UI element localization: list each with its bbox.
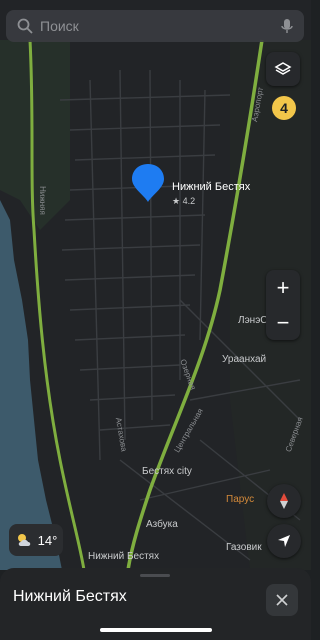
- weather-widget[interactable]: 14°: [9, 524, 63, 556]
- traffic-level-badge[interactable]: 4: [272, 96, 296, 120]
- sheet-title: Нижний Бестях: [13, 588, 127, 605]
- zoom-control: + −: [266, 270, 300, 340]
- partly-cloudy-icon: [17, 534, 30, 546]
- map-canvas[interactable]: [0, 0, 311, 570]
- microphone-icon[interactable]: [278, 17, 296, 35]
- poi-nizhny-bestyakh-stop[interactable]: Нижний Бестях: [88, 551, 159, 562]
- layers-icon: [274, 62, 292, 75]
- sheet-grabber[interactable]: [140, 574, 170, 577]
- close-button[interactable]: [266, 584, 298, 616]
- poi-urankhai[interactable]: Ураанхай: [222, 354, 266, 365]
- poi-parus[interactable]: Парус: [226, 494, 254, 505]
- street-nizhnyaya: Нижняя: [37, 186, 47, 215]
- zoom-out-button[interactable]: −: [266, 305, 300, 340]
- my-location-button[interactable]: [267, 524, 301, 558]
- weather-temperature: 14°: [37, 532, 58, 548]
- compass-button[interactable]: [267, 484, 301, 518]
- place-rating: ★ 4.2: [172, 196, 196, 206]
- compass-icon: [280, 493, 288, 509]
- search-icon: [17, 18, 33, 34]
- search-input[interactable]: Поиск: [40, 18, 278, 34]
- poi-azbuka[interactable]: Азбука: [146, 519, 178, 530]
- search-bar[interactable]: Поиск: [6, 10, 304, 42]
- navigation-arrow-icon: [278, 535, 290, 547]
- place-card-sheet[interactable]: Нижний Бестях: [0, 568, 311, 640]
- poi-bestyakh-city[interactable]: Бестях city: [142, 466, 192, 477]
- place-name-label[interactable]: Нижний Бестях: [172, 181, 250, 193]
- close-icon: [276, 594, 288, 606]
- home-indicator: [100, 628, 212, 632]
- layers-button[interactable]: [266, 52, 300, 86]
- zoom-in-button[interactable]: +: [266, 270, 300, 305]
- poi-gazovik[interactable]: Газовик: [226, 542, 262, 553]
